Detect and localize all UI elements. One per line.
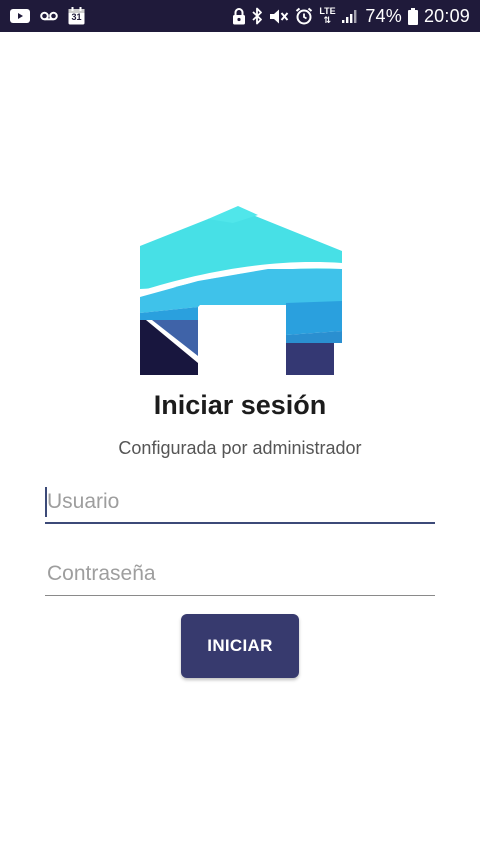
status-bar: 31 LTE ⇅ 74% 20:09 bbox=[0, 0, 480, 32]
calendar-icon: 31 bbox=[68, 7, 85, 25]
app-logo-icon bbox=[140, 206, 342, 378]
login-subtitle: Configurada por administrador bbox=[118, 438, 362, 458]
password-input[interactable] bbox=[45, 556, 435, 592]
data-arrows-icon: ⇅ bbox=[323, 15, 332, 25]
status-bar-system: LTE ⇅ 74% 20:09 bbox=[232, 6, 470, 27]
youtube-icon bbox=[10, 9, 30, 23]
network-type: LTE ⇅ bbox=[319, 6, 336, 25]
bluetooth-icon bbox=[252, 7, 263, 25]
alarm-icon bbox=[295, 7, 313, 25]
clock: 20:09 bbox=[423, 5, 470, 26]
voicemail-icon bbox=[40, 11, 58, 21]
login-title: Iniciar sesión bbox=[153, 390, 327, 420]
username-input[interactable] bbox=[45, 484, 435, 520]
lock-icon bbox=[232, 7, 246, 25]
password-underline bbox=[45, 595, 435, 596]
battery-icon bbox=[407, 7, 418, 25]
status-bar-notifications: 31 bbox=[10, 7, 85, 25]
username-underline bbox=[45, 522, 435, 524]
signal-icon bbox=[341, 8, 359, 24]
mute-icon bbox=[269, 8, 289, 25]
text-cursor bbox=[45, 487, 47, 517]
calendar-day: 31 bbox=[71, 12, 82, 22]
username-field[interactable] bbox=[45, 484, 435, 524]
battery-percent: 74% bbox=[365, 5, 402, 26]
login-screen: 31 LTE ⇅ 74% 20:09 Iniciar sesión Config… bbox=[0, 0, 480, 853]
login-button[interactable]: INICIAR bbox=[181, 614, 299, 678]
password-field[interactable] bbox=[45, 556, 435, 596]
